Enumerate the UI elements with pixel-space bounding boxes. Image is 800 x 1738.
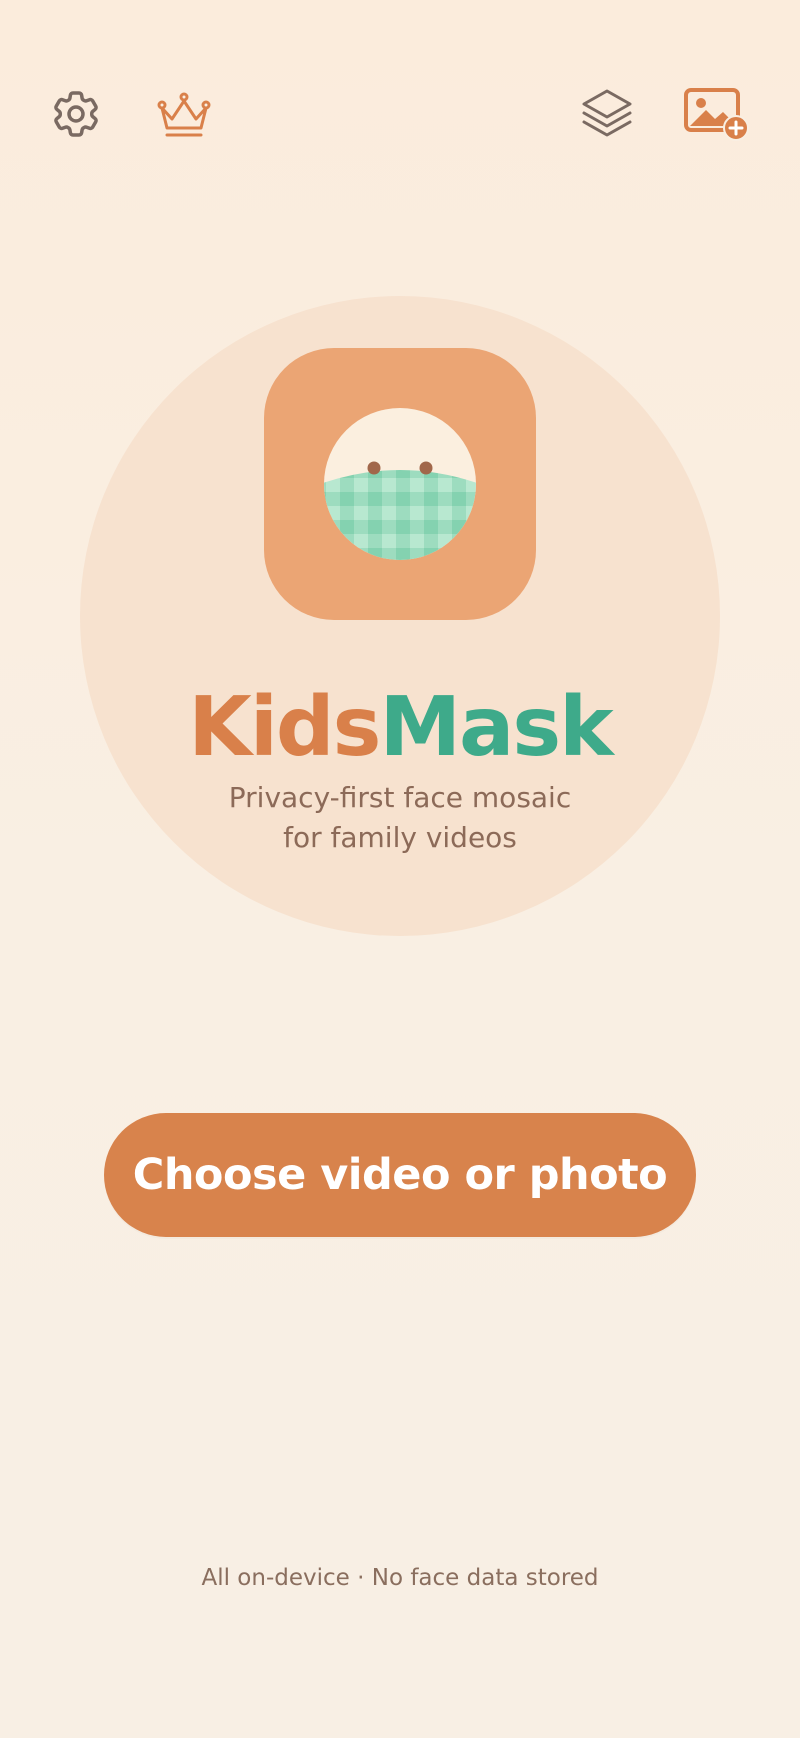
tagline-line-1: Privacy-first face mosaic [228,781,572,814]
layers-button[interactable] [571,78,643,150]
add-image-icon [684,88,749,141]
choose-media-button[interactable]: Choose video or photo [104,1113,696,1237]
app-title-kids: Kids [188,680,381,775]
tagline-line-2: for family videos [283,821,517,854]
app-title: KidsMask [0,678,800,778]
crown-icon [157,92,211,137]
app-title-mask: Mask [379,680,613,775]
premium-button[interactable] [148,78,220,150]
top-toolbar [0,78,800,150]
home-screen: KidsMask Privacy-first face mosaic for f… [0,0,800,1738]
app-tagline: Privacy-first face mosaic for family vid… [0,778,800,858]
add-image-button[interactable] [680,78,752,150]
layers-icon [582,89,632,137]
gear-icon [54,91,98,137]
masked-face-icon [324,408,476,560]
settings-button[interactable] [40,78,112,150]
privacy-note: All on-device · No face data stored [201,1565,599,1591]
app-logo [264,348,536,620]
